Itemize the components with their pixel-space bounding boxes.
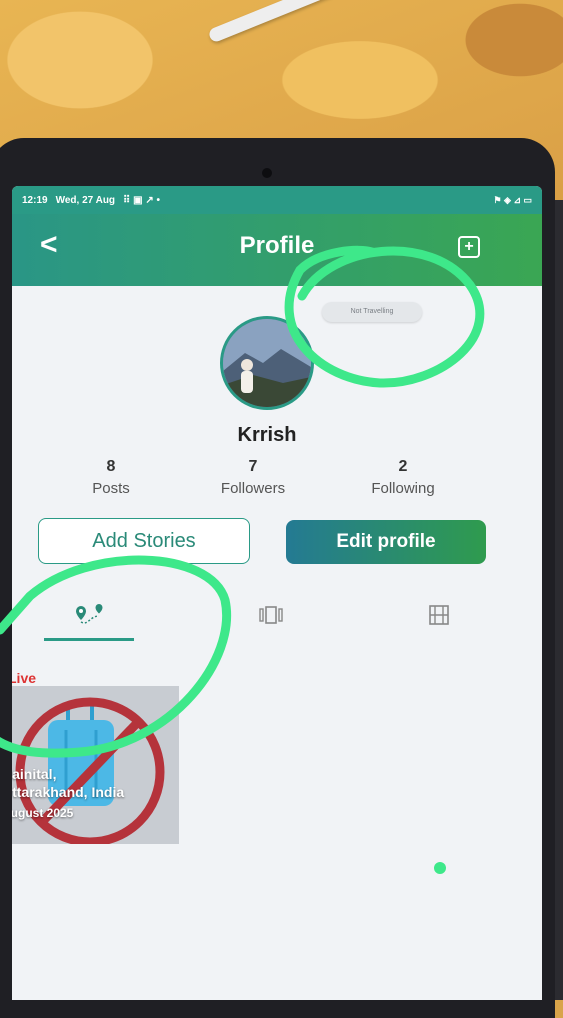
tab-grid[interactable] xyxy=(428,604,450,631)
avatar-image xyxy=(223,319,311,407)
status-right-icons: ⚑ ◈ ⊿ ▭ xyxy=(493,194,532,205)
post-location-city: Nainital, xyxy=(12,766,57,782)
tab-map-posts[interactable] xyxy=(74,604,108,635)
live-badge: Live xyxy=(12,670,37,686)
status-icons: ⠿ ▣ ↗ • xyxy=(123,194,161,206)
status-time: 12:19 xyxy=(22,194,48,206)
post-card[interactable]: Nainital, Uttarakhand, India August 2025 xyxy=(12,686,179,844)
app-bar: < Profile + xyxy=(12,214,542,286)
posts-count: 8 xyxy=(106,458,116,475)
travel-status-badge[interactable]: Not Travelling xyxy=(322,302,422,322)
followers-label: Followers xyxy=(220,480,286,497)
map-route-icon xyxy=(76,604,103,624)
active-tab-indicator xyxy=(44,638,134,641)
profile-name: Krrish xyxy=(237,424,297,446)
stat-posts[interactable]: 8 Posts xyxy=(56,458,166,497)
following-label: Following xyxy=(371,480,435,497)
front-camera xyxy=(262,168,272,178)
carousel-icon xyxy=(259,606,283,624)
tab-carousel[interactable] xyxy=(258,604,284,631)
followers-count: 7 xyxy=(248,458,258,475)
screen: 12:19 Wed, 27 Aug ⠿ ▣ ↗ • ⚑ ◈ ⊿ ▭ < Prof… xyxy=(12,186,542,1000)
status-date: Wed, 27 Aug xyxy=(55,194,116,206)
no-travel-suitcase-icon xyxy=(12,686,179,844)
posts-label: Posts xyxy=(92,480,130,497)
stat-followers[interactable]: 7 Followers xyxy=(198,458,308,497)
add-stories-button[interactable]: Add Stories xyxy=(38,518,250,564)
grid-icon xyxy=(429,605,449,625)
add-button[interactable]: + xyxy=(458,236,480,258)
post-location-region: Uttarakhand, India xyxy=(12,784,125,800)
plus-square-icon: + xyxy=(464,238,474,255)
stat-following[interactable]: 2 Following xyxy=(348,458,458,497)
avatar[interactable] xyxy=(220,316,314,410)
edit-profile-button[interactable]: Edit profile xyxy=(286,520,486,564)
following-count: 2 xyxy=(398,458,408,475)
post-date: August 2025 xyxy=(12,806,74,820)
status-bar: 12:19 Wed, 27 Aug ⠿ ▣ ↗ • ⚑ ◈ ⊿ ▭ xyxy=(12,186,542,214)
annotation-dot xyxy=(434,862,446,874)
